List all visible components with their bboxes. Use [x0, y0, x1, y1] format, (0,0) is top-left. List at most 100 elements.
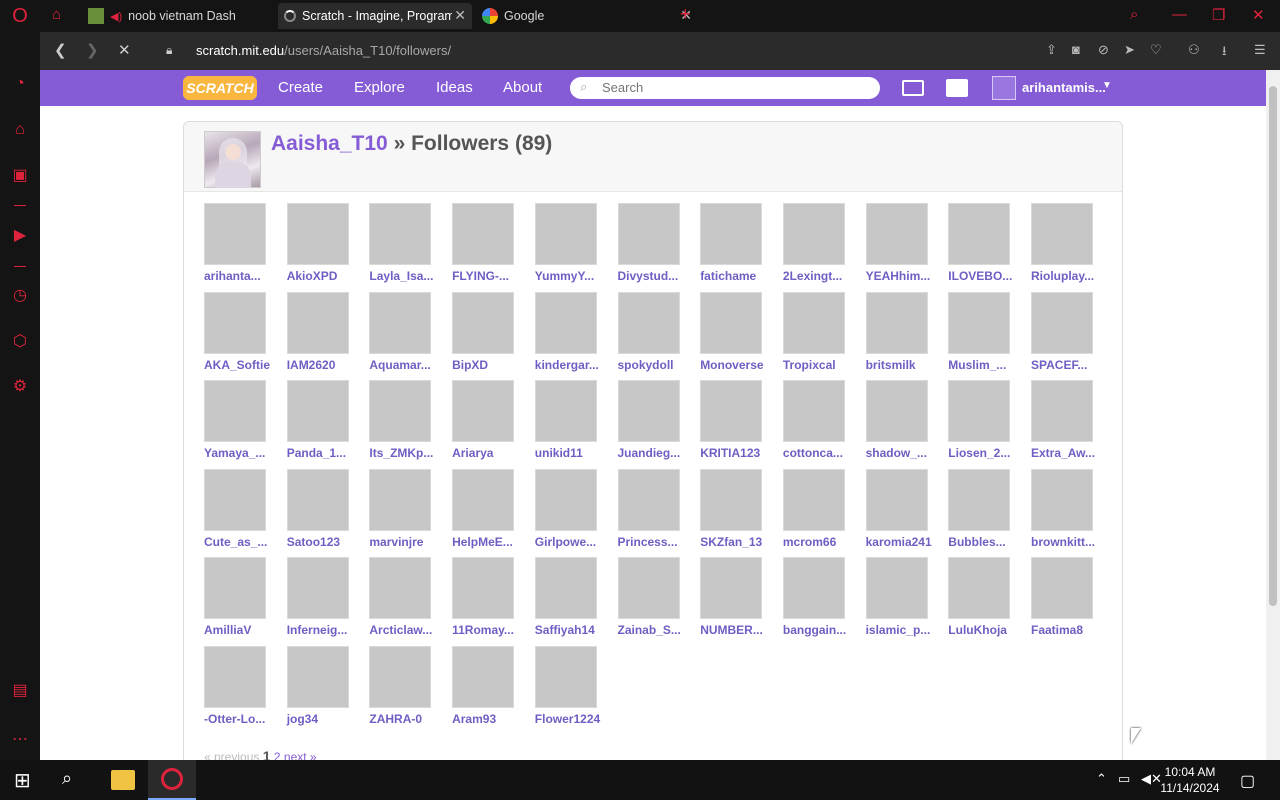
screenshot-icon[interactable]: ▤ [10, 681, 30, 701]
follower-name-link[interactable]: Bubbles... [948, 535, 1005, 549]
follower-name-link[interactable]: Arcticlaw... [369, 623, 432, 637]
follower-item[interactable]: arihanta... [204, 203, 284, 289]
follower-item[interactable]: Tropixcal [782, 291, 863, 378]
notification-icon[interactable]: ▢ [1240, 771, 1255, 791]
follower-name-link[interactable]: 2Lexingt... [783, 269, 842, 283]
follower-item[interactable]: Divystud... [617, 203, 698, 289]
follower-avatar[interactable] [286, 291, 349, 354]
tab-google[interactable]: Google ✕ [476, 3, 692, 29]
follower-avatar[interactable] [452, 291, 515, 354]
follower-item[interactable]: karomia241 [865, 468, 946, 555]
opera-taskbar-icon[interactable] [148, 760, 196, 800]
follower-avatar[interactable] [865, 291, 928, 354]
follower-avatar[interactable] [286, 203, 349, 265]
reload-spinner-icon[interactable]: ✕ [118, 41, 131, 59]
follower-item[interactable]: jog34 [286, 646, 367, 732]
follower-avatar[interactable] [865, 557, 928, 620]
follower-item[interactable]: 11Romay... [452, 557, 532, 643]
follower-name-link[interactable]: YummyY... [535, 269, 594, 283]
follower-item[interactable]: Yamaya_... [204, 380, 284, 466]
user-avatar[interactable] [992, 76, 1016, 100]
follower-avatar[interactable] [782, 557, 845, 620]
follower-name-link[interactable]: Juandieg... [618, 446, 681, 460]
follower-name-link[interactable]: brownkitt... [1031, 535, 1095, 549]
extensions-icon[interactable]: ⬡ [10, 332, 30, 352]
follower-name-link[interactable]: marvinjre [369, 535, 423, 549]
follower-avatar[interactable] [617, 557, 680, 620]
follower-name-link[interactable]: AkioXPD [287, 269, 338, 283]
follower-name-link[interactable]: Rioluplay... [1031, 269, 1094, 283]
follower-avatar[interactable] [534, 380, 597, 443]
follower-item[interactable]: BipXD [452, 291, 532, 378]
follower-item[interactable]: Zainab_S... [617, 557, 698, 643]
back-arrow-icon[interactable]: ❮ [54, 41, 67, 59]
pager-next[interactable]: next » [284, 750, 317, 760]
follower-item[interactable]: Aram93 [452, 646, 532, 732]
minimize-icon[interactable]: — [1172, 6, 1187, 23]
follower-item[interactable]: Aquamar... [369, 291, 449, 378]
follower-item[interactable]: Faatima8 [1031, 557, 1111, 643]
follower-item[interactable]: kindergar... [534, 291, 615, 378]
account-username[interactable]: arihantamis... [1022, 80, 1106, 95]
follower-avatar[interactable] [452, 557, 515, 620]
easy-setup-icon[interactable]: ☰ [1254, 42, 1266, 58]
follower-avatar[interactable] [1031, 468, 1093, 531]
nav-create[interactable]: Create [278, 79, 323, 96]
follower-avatar[interactable] [700, 203, 763, 265]
page-scrollbar[interactable] [1266, 70, 1280, 760]
follower-item[interactable]: Arcticlaw... [369, 557, 449, 643]
player-icon[interactable]: ▶ [10, 226, 30, 246]
follower-item[interactable]: YummyY... [534, 203, 615, 289]
tab-noob-vietnam[interactable]: ◀) noob vietnam Dash ✕ [82, 3, 300, 29]
follower-item[interactable]: Girlpowe... [534, 468, 615, 555]
follower-name-link[interactable]: Aram93 [452, 712, 496, 726]
follower-item[interactable]: Ariarya [452, 380, 532, 466]
tray-overflow-icon[interactable]: ⌃ [1096, 771, 1107, 787]
follower-name-link[interactable]: YEAHhim... [866, 269, 931, 283]
file-explorer-icon[interactable] [111, 770, 135, 790]
follower-item[interactable]: Muslim_... [948, 291, 1028, 378]
follower-avatar[interactable] [534, 646, 597, 708]
follower-avatar[interactable] [452, 468, 515, 531]
forward-arrow-icon[interactable]: ❯ [86, 41, 99, 59]
block-ads-icon[interactable]: ⊘ [1098, 42, 1109, 58]
follower-item[interactable]: 2Lexingt... [782, 203, 863, 289]
camera-icon[interactable]: ◙ [1072, 42, 1080, 57]
follower-avatar[interactable] [617, 380, 680, 443]
follower-avatar[interactable] [286, 380, 349, 443]
follower-avatar[interactable] [204, 646, 266, 708]
nav-about[interactable]: About [503, 79, 542, 96]
follower-name-link[interactable]: Cute_as_... [204, 535, 267, 549]
follower-avatar[interactable] [1031, 380, 1093, 443]
follower-avatar[interactable] [782, 380, 845, 443]
follower-avatar[interactable] [369, 203, 432, 265]
follower-name-link[interactable]: FLYING-... [452, 269, 509, 283]
send-icon[interactable]: ➤ [1124, 42, 1135, 58]
search-input[interactable] [602, 80, 862, 95]
follower-name-link[interactable]: Girlpowe... [535, 535, 596, 549]
follower-item[interactable]: fatichame [700, 203, 780, 289]
follower-name-link[interactable]: unikid11 [535, 446, 583, 460]
pager-page-2[interactable]: 2 [274, 750, 281, 760]
volume-muted-icon[interactable]: ◀✕ [1141, 771, 1162, 787]
follower-avatar[interactable] [700, 380, 763, 443]
follower-avatar[interactable] [369, 468, 432, 531]
follower-name-link[interactable]: fatichame [700, 269, 756, 283]
follower-avatar[interactable] [617, 468, 680, 531]
sound-playing-icon[interactable]: ◀) [110, 10, 122, 23]
follower-name-link[interactable]: LuluKhoja [948, 623, 1007, 637]
follower-avatar[interactable] [204, 380, 266, 443]
follower-name-link[interactable]: britsmilk [866, 358, 916, 372]
follower-avatar[interactable] [1031, 291, 1093, 354]
follower-item[interactable]: islamic_p... [865, 557, 946, 643]
follower-name-link[interactable]: islamic_p... [866, 623, 931, 637]
follower-item[interactable]: AkioXPD [286, 203, 367, 289]
nav-explore[interactable]: Explore [354, 79, 405, 96]
owner-avatar[interactable] [204, 131, 261, 188]
follower-item[interactable]: FLYING-... [452, 203, 532, 289]
share-icon[interactable]: ⇪ [1046, 42, 1057, 58]
follower-item[interactable]: Cute_as_... [204, 468, 284, 555]
follower-item[interactable]: AmilliaV [204, 557, 284, 643]
follower-avatar[interactable] [369, 380, 432, 443]
follower-avatar[interactable] [1031, 203, 1093, 265]
